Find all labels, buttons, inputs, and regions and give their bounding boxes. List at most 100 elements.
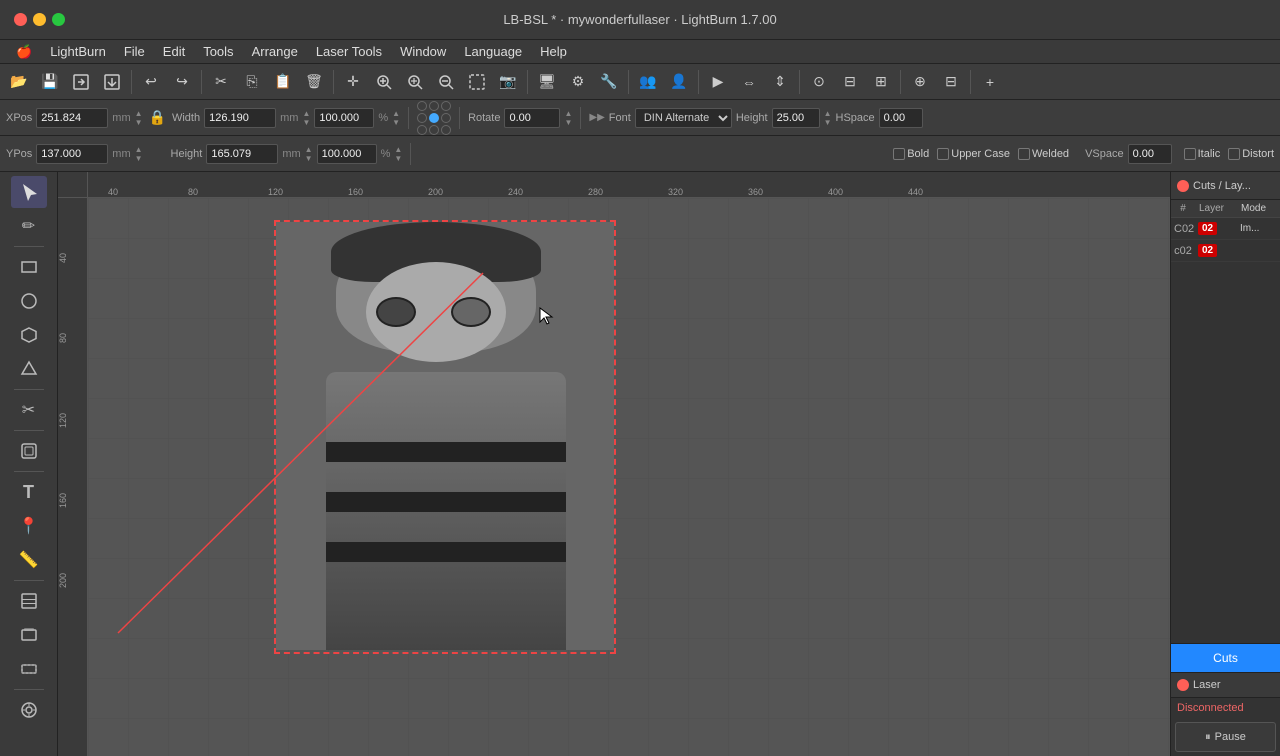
distort-checkbox[interactable]	[1228, 148, 1240, 160]
italic-checkbox[interactable]	[1184, 148, 1196, 160]
row2-layer-badge[interactable]: 02	[1198, 244, 1217, 257]
copy-button[interactable]: ⎘	[237, 67, 267, 97]
pause-button[interactable]: ⏸ Pause	[1175, 722, 1276, 752]
menu-file[interactable]: File	[116, 42, 153, 61]
upper-case-checkbox[interactable]	[937, 148, 949, 160]
export-button[interactable]	[97, 67, 127, 97]
poly-tool-button[interactable]	[11, 353, 47, 385]
scale-w-input[interactable]	[314, 108, 374, 128]
cut-button[interactable]: ✂	[206, 67, 236, 97]
maximize-button[interactable]	[52, 13, 65, 26]
dot-tl[interactable]	[417, 101, 427, 111]
user-button[interactable]: 👤	[664, 67, 694, 97]
dot-mc[interactable]	[429, 113, 439, 123]
dot-mr[interactable]	[441, 113, 451, 123]
row1-layer[interactable]: 02	[1195, 218, 1237, 239]
hspace-input[interactable]	[879, 108, 923, 128]
table-row[interactable]: c02 02	[1171, 240, 1280, 262]
menu-laser-tools[interactable]: Laser Tools	[308, 42, 390, 61]
italic-check-label[interactable]: Italic	[1184, 148, 1221, 160]
machine-settings-button[interactable]: 🖥	[532, 67, 562, 97]
bold-checkbox[interactable]	[893, 148, 905, 160]
font-height-stepper[interactable]: ▲ ▼	[824, 109, 832, 127]
mirror-v-button[interactable]: ⇕	[765, 67, 795, 97]
circle-tool-button[interactable]	[11, 285, 47, 317]
cut-shapes-button[interactable]: ✂	[11, 394, 47, 426]
menu-arrange[interactable]: Arrange	[244, 42, 306, 61]
open-project-button[interactable]: 📂	[4, 67, 34, 97]
menu-language[interactable]: Language	[456, 42, 530, 61]
paste-button[interactable]: 📋	[268, 67, 298, 97]
redo-button[interactable]: ↪	[167, 67, 197, 97]
menu-window[interactable]: Window	[392, 42, 454, 61]
select-all-button[interactable]	[462, 67, 492, 97]
width-input[interactable]	[204, 108, 276, 128]
layer-btn-2[interactable]	[11, 619, 47, 651]
align-button[interactable]: ⊟	[835, 67, 865, 97]
target-circle-button[interactable]	[11, 694, 47, 726]
send-button[interactable]: ▶	[703, 67, 733, 97]
offset-shapes-button[interactable]	[11, 435, 47, 467]
settings-button[interactable]: ⚙	[563, 67, 593, 97]
distribute-button[interactable]: ⊟	[936, 67, 966, 97]
zoom-out-button[interactable]	[431, 67, 461, 97]
ypos-input[interactable]	[36, 144, 108, 164]
group-button[interactable]: ⊞	[866, 67, 896, 97]
save-button[interactable]: 💾	[35, 67, 65, 97]
font-expand-icon[interactable]: ▶▶	[589, 112, 604, 123]
text-tool-button[interactable]: T	[11, 476, 47, 508]
users-button[interactable]: 👥	[633, 67, 663, 97]
select-tool-button[interactable]	[11, 176, 47, 208]
add-button[interactable]: +	[975, 67, 1005, 97]
layer-btn-1[interactable]	[11, 585, 47, 617]
measure-button[interactable]: 📏	[11, 544, 47, 576]
dot-br[interactable]	[441, 125, 451, 135]
minimize-button[interactable]	[33, 13, 46, 26]
table-row[interactable]: C02 02 Im...	[1171, 218, 1280, 240]
lock-icon[interactable]: 🔒	[147, 109, 168, 126]
zoom-in-button[interactable]	[400, 67, 430, 97]
row1-layer-badge[interactable]: 02	[1198, 222, 1217, 235]
tools-button[interactable]: 🔧	[594, 67, 624, 97]
bold-check-label[interactable]: Bold	[893, 148, 929, 160]
scale-w-stepper[interactable]: ▲ ▼	[392, 109, 400, 127]
distort-check-label[interactable]: Distort	[1228, 148, 1274, 160]
height-stepper[interactable]: ▲ ▼	[305, 145, 313, 163]
vspace-input[interactable]	[1128, 144, 1172, 164]
align-dot-grid[interactable]	[417, 101, 451, 135]
menu-lightburn-text[interactable]: LightBurn	[42, 42, 114, 61]
dot-bl[interactable]	[417, 125, 427, 135]
xpos-down-icon[interactable]: ▼	[135, 118, 143, 127]
scale-h-input[interactable]	[317, 144, 377, 164]
ypos-stepper[interactable]: ▲ ▼	[135, 145, 143, 163]
font-select[interactable]: DIN Alternate	[635, 108, 732, 128]
move-button[interactable]: ✛	[338, 67, 368, 97]
hex-tool-button[interactable]	[11, 319, 47, 351]
camera-button[interactable]: 📷	[493, 67, 523, 97]
dot-tc[interactable]	[429, 101, 439, 111]
dot-tr[interactable]	[441, 101, 451, 111]
rotate-input[interactable]	[504, 108, 560, 128]
import-button[interactable]	[66, 67, 96, 97]
canvas-area[interactable]: 40 80 120 160 200 240 280 320 360 400 44…	[58, 172, 1170, 756]
draw-tool-button[interactable]: ✏	[11, 210, 47, 242]
target-button[interactable]: ⊙	[804, 67, 834, 97]
cuts-button[interactable]: Cuts	[1171, 644, 1280, 672]
delete-button[interactable]: 🗑	[299, 67, 329, 97]
close-button[interactable]	[14, 13, 27, 26]
font-height-input[interactable]	[772, 108, 820, 128]
rect-tool-button[interactable]	[11, 251, 47, 283]
canvas-grid[interactable]	[88, 198, 1170, 756]
canvas-height-input[interactable]	[206, 144, 278, 164]
width-down-icon[interactable]: ▼	[302, 118, 310, 127]
rotate-stepper[interactable]: ▲ ▼	[564, 109, 572, 127]
xpos-up-icon[interactable]: ▲	[135, 109, 143, 118]
menu-lightburn[interactable]: 🍎	[8, 42, 40, 62]
cuts-panel-close[interactable]	[1177, 180, 1189, 192]
layer-btn-3[interactable]	[11, 653, 47, 685]
width-stepper[interactable]: ▲ ▼	[302, 109, 310, 127]
xpos-stepper[interactable]: ▲ ▼	[135, 109, 143, 127]
row2-layer[interactable]: 02	[1195, 240, 1237, 261]
scale-h-stepper[interactable]: ▲ ▼	[394, 145, 402, 163]
dot-bc[interactable]	[429, 125, 439, 135]
